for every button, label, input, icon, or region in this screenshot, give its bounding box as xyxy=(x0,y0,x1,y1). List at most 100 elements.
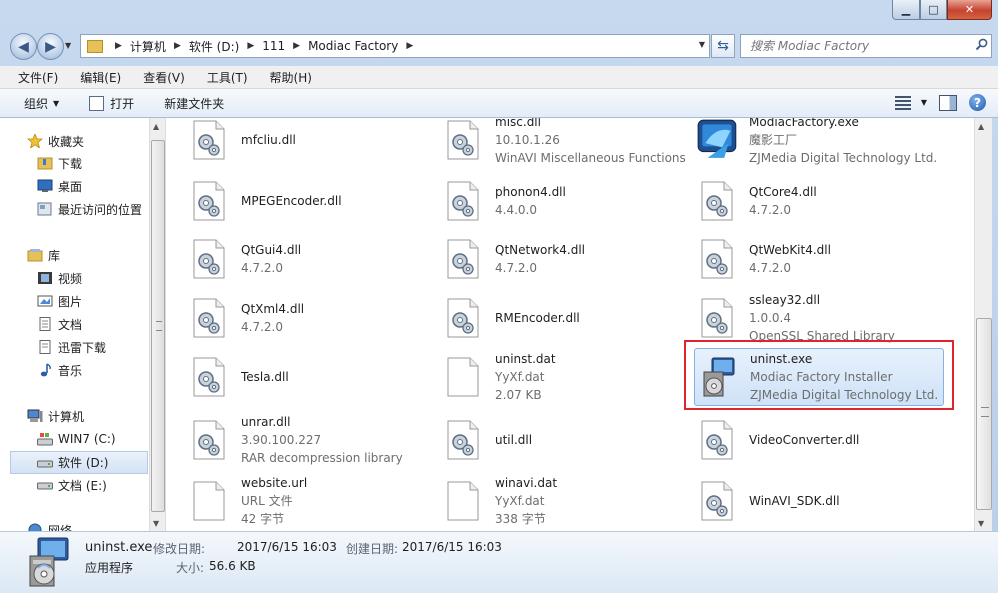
back-button[interactable]: ◀ xyxy=(10,33,37,60)
address-bar[interactable]: ▶ 计算机 ▶ 软件 (D:) ▶ 111 ▶ Modiac Factory ▶ ▼ xyxy=(80,34,710,58)
file-item[interactable]: QtNetwork4.dll 4.7.2.0 xyxy=(444,231,694,287)
breadcrumb-chevron-icon[interactable]: ▶ xyxy=(174,41,181,51)
recent-pages-chevron-icon[interactable]: ▼ xyxy=(65,41,71,50)
nav-label: 下载 xyxy=(58,156,83,171)
file-list: mfcliu.dll misc.dll 10.10.1.26 WinAVI Misce… xyxy=(166,118,974,531)
menu-view[interactable]: 查看(V) xyxy=(127,69,191,86)
file-item[interactable]: ssleay32.dll 1.0.0.4 OpenSSL Shared Librar… xyxy=(698,290,948,346)
file-item[interactable]: mfcliu.dll xyxy=(190,118,440,168)
scroll-thumb[interactable] xyxy=(151,140,165,512)
preview-pane-icon[interactable] xyxy=(939,94,957,111)
breadcrumb-chevron-icon[interactable]: ▶ xyxy=(293,41,300,51)
file-item[interactable]: winavi.dat YyXf.dat 338 字节 xyxy=(444,473,694,529)
nav-documents[interactable]: 文档 xyxy=(37,314,82,334)
file-item[interactable]: MPEGEncoder.dll xyxy=(190,173,440,229)
details-created-value: 2017/6/15 16:03 xyxy=(402,540,502,554)
file-item[interactable]: ModiacFactory.exe 魔影工厂 ZJMedia Digital Tec… xyxy=(697,118,948,168)
nav-drive-d[interactable]: 软件 (D:) xyxy=(10,451,148,474)
file-item[interactable]: QtCore4.dll 4.7.2.0 xyxy=(698,173,948,229)
dll-gear-icon xyxy=(446,420,480,460)
nav-label: 文档 (E:) xyxy=(58,478,107,493)
dll-gear-icon xyxy=(446,181,480,221)
file-item[interactable]: Tesla.dll xyxy=(190,349,440,405)
change-view-button[interactable]: ▼ xyxy=(894,95,927,110)
new-folder-button[interactable]: 新建文件夹 xyxy=(164,95,224,112)
app-icon xyxy=(697,119,737,160)
file-item[interactable]: VideoConverter.dll xyxy=(698,412,948,468)
file-meta: RAR decompression library xyxy=(241,451,403,465)
blank-file-icon xyxy=(192,481,226,521)
file-meta: 4.7.2.0 xyxy=(241,261,283,275)
nav-music[interactable]: 音乐 xyxy=(37,360,82,380)
dll-gear-icon xyxy=(192,420,226,460)
file-meta: 2.07 KB xyxy=(495,388,542,402)
nav-downloads[interactable]: 下载 xyxy=(37,153,82,173)
open-button[interactable]: 打开 xyxy=(89,95,134,112)
breadcrumb-chevron-icon[interactable]: ▶ xyxy=(247,41,254,51)
nav-network[interactable]: 网络 xyxy=(27,520,72,531)
nav-libraries[interactable]: 库 xyxy=(27,245,60,265)
menu-help[interactable]: 帮助(H) xyxy=(254,69,318,86)
file-item[interactable]: phonon4.dll 4.4.0.0 xyxy=(444,173,694,229)
refresh-button[interactable]: ⇆ xyxy=(711,34,735,58)
nav-label: 音乐 xyxy=(58,363,83,378)
details-created-label: 创建日期: xyxy=(346,542,399,556)
menu-tools[interactable]: 工具(T) xyxy=(191,69,254,86)
file-item[interactable]: util.dll xyxy=(444,412,694,468)
menu-edit[interactable]: 编辑(E) xyxy=(64,69,127,86)
scroll-up-icon[interactable]: ▲ xyxy=(153,122,159,131)
menu-file[interactable]: 文件(F) xyxy=(0,69,64,86)
file-item[interactable]: QtGui4.dll 4.7.2.0 xyxy=(190,231,440,287)
breadcrumb-drive-d[interactable]: 软件 (D:) xyxy=(189,38,239,55)
nav-xunlei-downloads[interactable]: 迅雷下载 xyxy=(37,337,106,357)
file-item[interactable]: QtXml4.dll 4.7.2.0 xyxy=(190,290,440,346)
breadcrumb-chevron-icon[interactable]: ▶ xyxy=(406,41,413,51)
breadcrumb-folder-111[interactable]: 111 xyxy=(262,39,285,53)
minimize-button[interactable]: ▁ xyxy=(892,0,920,20)
scroll-down-icon[interactable]: ▼ xyxy=(153,519,159,528)
nav-desktop[interactable]: 桌面 xyxy=(37,176,82,196)
file-item[interactable]: unrar.dll 3.90.100.227 RAR decompression l… xyxy=(190,412,440,468)
forward-button[interactable]: ▶ xyxy=(37,33,64,60)
navigation-pane: 收藏夹 下载 桌面 最近访问的位置 库 视频 图片 文档 迅雷下载 音乐 计算机… xyxy=(0,118,166,531)
file-meta: 魔影工厂 xyxy=(749,133,798,147)
file-item[interactable]: misc.dll 10.10.1.26 WinAVI Miscellaneous F… xyxy=(444,118,694,168)
search-box xyxy=(740,34,992,58)
file-item[interactable]: website.url URL 文件 42 字节 xyxy=(190,473,440,529)
library-icon xyxy=(27,248,43,262)
file-name: winavi.dat xyxy=(495,476,558,490)
nav-scrollbar[interactable]: ▲ ▼ xyxy=(149,118,165,531)
breadcrumb-computer[interactable]: 计算机 xyxy=(130,38,166,55)
nav-recent-places[interactable]: 最近访问的位置 xyxy=(37,199,142,219)
dll-gear-icon xyxy=(700,420,734,460)
file-item[interactable]: QtWebKit4.dll 4.7.2.0 xyxy=(698,231,948,287)
nav-computer[interactable]: 计算机 xyxy=(27,406,84,426)
breadcrumb-modiac-factory[interactable]: Modiac Factory xyxy=(308,39,398,53)
search-input[interactable] xyxy=(748,38,975,54)
nav-pictures[interactable]: 图片 xyxy=(37,291,82,311)
scroll-thumb[interactable] xyxy=(976,318,992,510)
nav-drive-c[interactable]: WIN7 (C:) xyxy=(37,429,116,449)
file-name: phonon4.dll xyxy=(495,185,566,199)
scroll-down-icon[interactable]: ▼ xyxy=(978,519,984,528)
maximize-button[interactable]: □ xyxy=(920,0,947,20)
nav-videos[interactable]: 视频 xyxy=(37,268,82,288)
close-button[interactable]: ✕ xyxy=(947,0,992,20)
file-item[interactable]: uninst.dat YyXf.dat 2.07 KB xyxy=(444,349,694,405)
file-item[interactable]: RMEncoder.dll xyxy=(444,290,694,346)
breadcrumb-chevron-icon[interactable]: ▶ xyxy=(115,41,122,51)
organize-label: 组织 xyxy=(24,96,49,111)
nav-label: 桌面 xyxy=(58,179,83,194)
file-item[interactable]: WinAVI_SDK.dll xyxy=(698,473,948,529)
command-bar: 组织 ▼ 打开 新建文件夹 ▼ ? xyxy=(0,89,998,118)
content-scrollbar[interactable]: ▲ ▼ xyxy=(974,118,992,531)
nav-drive-e[interactable]: 文档 (E:) xyxy=(37,475,107,495)
organize-button[interactable]: 组织 ▼ xyxy=(24,95,59,112)
scroll-up-icon[interactable]: ▲ xyxy=(978,122,984,131)
search-icon[interactable] xyxy=(975,38,991,54)
help-icon[interactable]: ? xyxy=(969,94,986,111)
address-dropdown-icon[interactable]: ▼ xyxy=(699,40,705,49)
nav-favorites[interactable]: 收藏夹 xyxy=(26,131,84,151)
open-icon xyxy=(89,95,105,111)
computer-icon xyxy=(27,409,43,423)
